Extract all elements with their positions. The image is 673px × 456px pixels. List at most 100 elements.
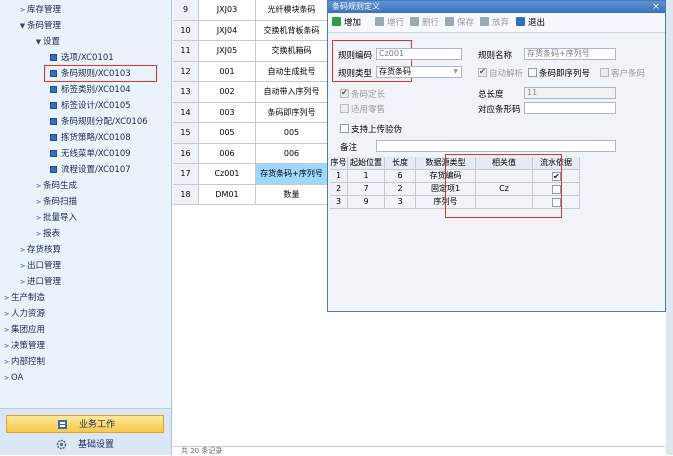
chevron-down-icon[interactable]: ▼ xyxy=(18,18,27,34)
tree-item[interactable]: > 库存管理 xyxy=(18,2,61,18)
rule-type-value: 存货条码 xyxy=(379,67,411,76)
tree-item[interactable]: 拣货策略/XC0108 xyxy=(50,130,131,146)
tree-item[interactable]: 标签类别/XC0104 xyxy=(50,82,131,98)
chevron-right-icon[interactable]: > xyxy=(2,322,11,338)
tree-item[interactable]: > 内部控制 xyxy=(2,354,45,370)
segment-cell-len[interactable]: 2 xyxy=(385,183,416,195)
total-length-label: 总长度 xyxy=(478,90,504,100)
add-label: 增加 xyxy=(344,18,362,28)
tree-item[interactable]: 选项/XC0101 xyxy=(50,50,114,66)
tree-item[interactable]: > 生产制造 xyxy=(2,290,45,306)
barcode-serial-label: 条码即序列号 xyxy=(539,69,591,79)
chevron-right-icon[interactable]: > xyxy=(2,306,11,322)
support-verify-checkbox[interactable] xyxy=(340,124,349,133)
tree-item[interactable]: > 报表 xyxy=(34,226,60,242)
grid-cell-name: 光纤模块条码 xyxy=(256,0,328,20)
tree-item[interactable]: > 人力资源 xyxy=(2,306,45,322)
exit-icon xyxy=(516,17,525,26)
discard-button[interactable]: 放弃 xyxy=(480,17,509,30)
document-icon xyxy=(50,54,57,61)
grid-cell-name: 005 xyxy=(256,123,328,143)
chevron-right-icon[interactable]: > xyxy=(34,178,43,194)
delete-row-button[interactable]: 删行 xyxy=(410,17,439,30)
table-row[interactable]: 10 JXJ04 交换机背板条码 xyxy=(173,20,328,41)
business-work-button[interactable]: 业务工作 xyxy=(6,415,164,433)
table-row[interactable]: 16 006 006 xyxy=(173,143,328,164)
table-row[interactable]: 12 001 自动生成批号 xyxy=(173,61,328,82)
rule-name-input[interactable]: 存货条码+序列号 xyxy=(524,48,616,60)
chevron-right-icon[interactable]: > xyxy=(34,194,43,210)
tree-item[interactable]: > OA xyxy=(2,370,24,386)
tree-item[interactable]: > 存货核算 xyxy=(18,242,61,258)
table-row[interactable]: 13 002 自动带入序列号 xyxy=(173,82,328,103)
tree-item[interactable]: ▼ 设置 xyxy=(34,34,60,50)
auto-parse-checkbox[interactable] xyxy=(478,67,487,77)
segment-cell-start[interactable]: 7 xyxy=(348,183,385,195)
tree-item[interactable]: > 出口管理 xyxy=(18,258,61,274)
total-length-input[interactable]: 11 xyxy=(524,87,616,99)
segment-cell-start[interactable]: 9 xyxy=(348,196,385,208)
tree-item[interactable]: ▼ 条码管理 xyxy=(18,18,61,34)
segment-cell-len[interactable]: 6 xyxy=(385,170,416,182)
chevron-right-icon[interactable]: > xyxy=(34,210,43,226)
chevron-right-icon[interactable]: > xyxy=(18,258,27,274)
tree-item-label: 人力资源 xyxy=(11,309,46,319)
tree-item-label: 决策管理 xyxy=(11,341,46,351)
tree-item-label: 标签设计/XC0105 xyxy=(61,101,131,111)
document-icon xyxy=(50,118,57,125)
tree-item[interactable]: 无线菜单/XC0109 xyxy=(50,146,131,162)
vertical-scrollbar[interactable] xyxy=(666,0,673,455)
segment-cell-start[interactable]: 1 xyxy=(348,170,385,182)
grid-cell-num: 10 xyxy=(173,20,199,40)
table-row[interactable]: 15 005 005 xyxy=(173,123,328,144)
segment-cell-len[interactable]: 3 xyxy=(385,196,416,208)
tree-item-label: 存货核算 xyxy=(27,245,62,255)
remark-input[interactable] xyxy=(376,140,616,152)
table-row[interactable]: 18 DM01 数量 xyxy=(173,184,328,205)
table-row[interactable]: 11 JXJ05 交换机箱码 xyxy=(173,41,328,62)
chevron-right-icon[interactable]: > xyxy=(18,242,27,258)
segment-cell-seq: 3 xyxy=(330,196,348,208)
column-header[interactable]: 序号 xyxy=(330,157,348,169)
close-icon[interactable]: × xyxy=(651,1,661,13)
chevron-right-icon[interactable]: > xyxy=(18,2,27,18)
tree-item-label: 设置 xyxy=(43,37,61,47)
save-button[interactable]: 保存 xyxy=(445,17,474,30)
apply-retail-checkbox[interactable] xyxy=(340,104,349,113)
chevron-down-icon[interactable]: ▼ xyxy=(34,34,43,50)
chevron-right-icon[interactable]: > xyxy=(2,290,11,306)
table-row[interactable]: 17 Cz001 存货条码+序列号 xyxy=(173,164,328,185)
corresponding-barcode-input[interactable] xyxy=(524,102,616,114)
document-icon xyxy=(50,102,57,109)
tree-item[interactable]: > 批量导入 xyxy=(34,210,77,226)
customer-barcode-checkbox[interactable] xyxy=(600,68,609,77)
tree-item[interactable]: 标签设计/XC0105 xyxy=(50,98,131,114)
tree-item[interactable]: > 决策管理 xyxy=(2,338,45,354)
exit-button[interactable]: 退出 xyxy=(516,17,545,30)
tree-item[interactable]: > 条码扫描 xyxy=(34,194,77,210)
fixed-length-checkbox[interactable] xyxy=(340,88,349,98)
table-row[interactable]: 9 JXJ03 光纤模块条码 xyxy=(173,0,328,21)
barcode-serial-checkbox[interactable] xyxy=(528,68,537,77)
chevron-right-icon[interactable]: > xyxy=(18,274,27,290)
tree-item[interactable]: > 集团应用 xyxy=(2,322,45,338)
chevron-right-icon[interactable]: > xyxy=(2,338,11,354)
rule-code-input[interactable]: Cz001 xyxy=(376,48,462,60)
grid-cell-name: 存货条码+序列号 xyxy=(256,164,328,184)
add-row-button[interactable]: 增行 xyxy=(375,17,404,30)
table-row[interactable]: 14 003 条码即序列号 xyxy=(173,102,328,123)
column-header[interactable]: 长度 xyxy=(385,157,416,169)
tree-item[interactable]: 条码规则分配/XC0106 xyxy=(50,114,148,130)
chevron-right-icon[interactable]: > xyxy=(34,226,43,242)
add-button[interactable]: 增加 xyxy=(332,17,361,30)
chevron-right-icon[interactable]: > xyxy=(2,370,11,386)
basic-settings-button[interactable]: 基础设置 xyxy=(6,436,164,454)
chevron-right-icon[interactable]: > xyxy=(2,354,11,370)
tree-item[interactable]: > 进口管理 xyxy=(18,274,61,290)
tree-item[interactable]: 流程设置/XC0107 xyxy=(50,162,131,178)
column-header[interactable]: 起始位置 xyxy=(348,157,385,169)
tree-item[interactable]: > 条码生成 xyxy=(34,178,77,194)
document-icon xyxy=(50,86,57,93)
rule-type-select[interactable]: 存货条码 ▼ xyxy=(376,66,462,78)
tree-item-label: 选项/XC0101 xyxy=(61,53,114,63)
